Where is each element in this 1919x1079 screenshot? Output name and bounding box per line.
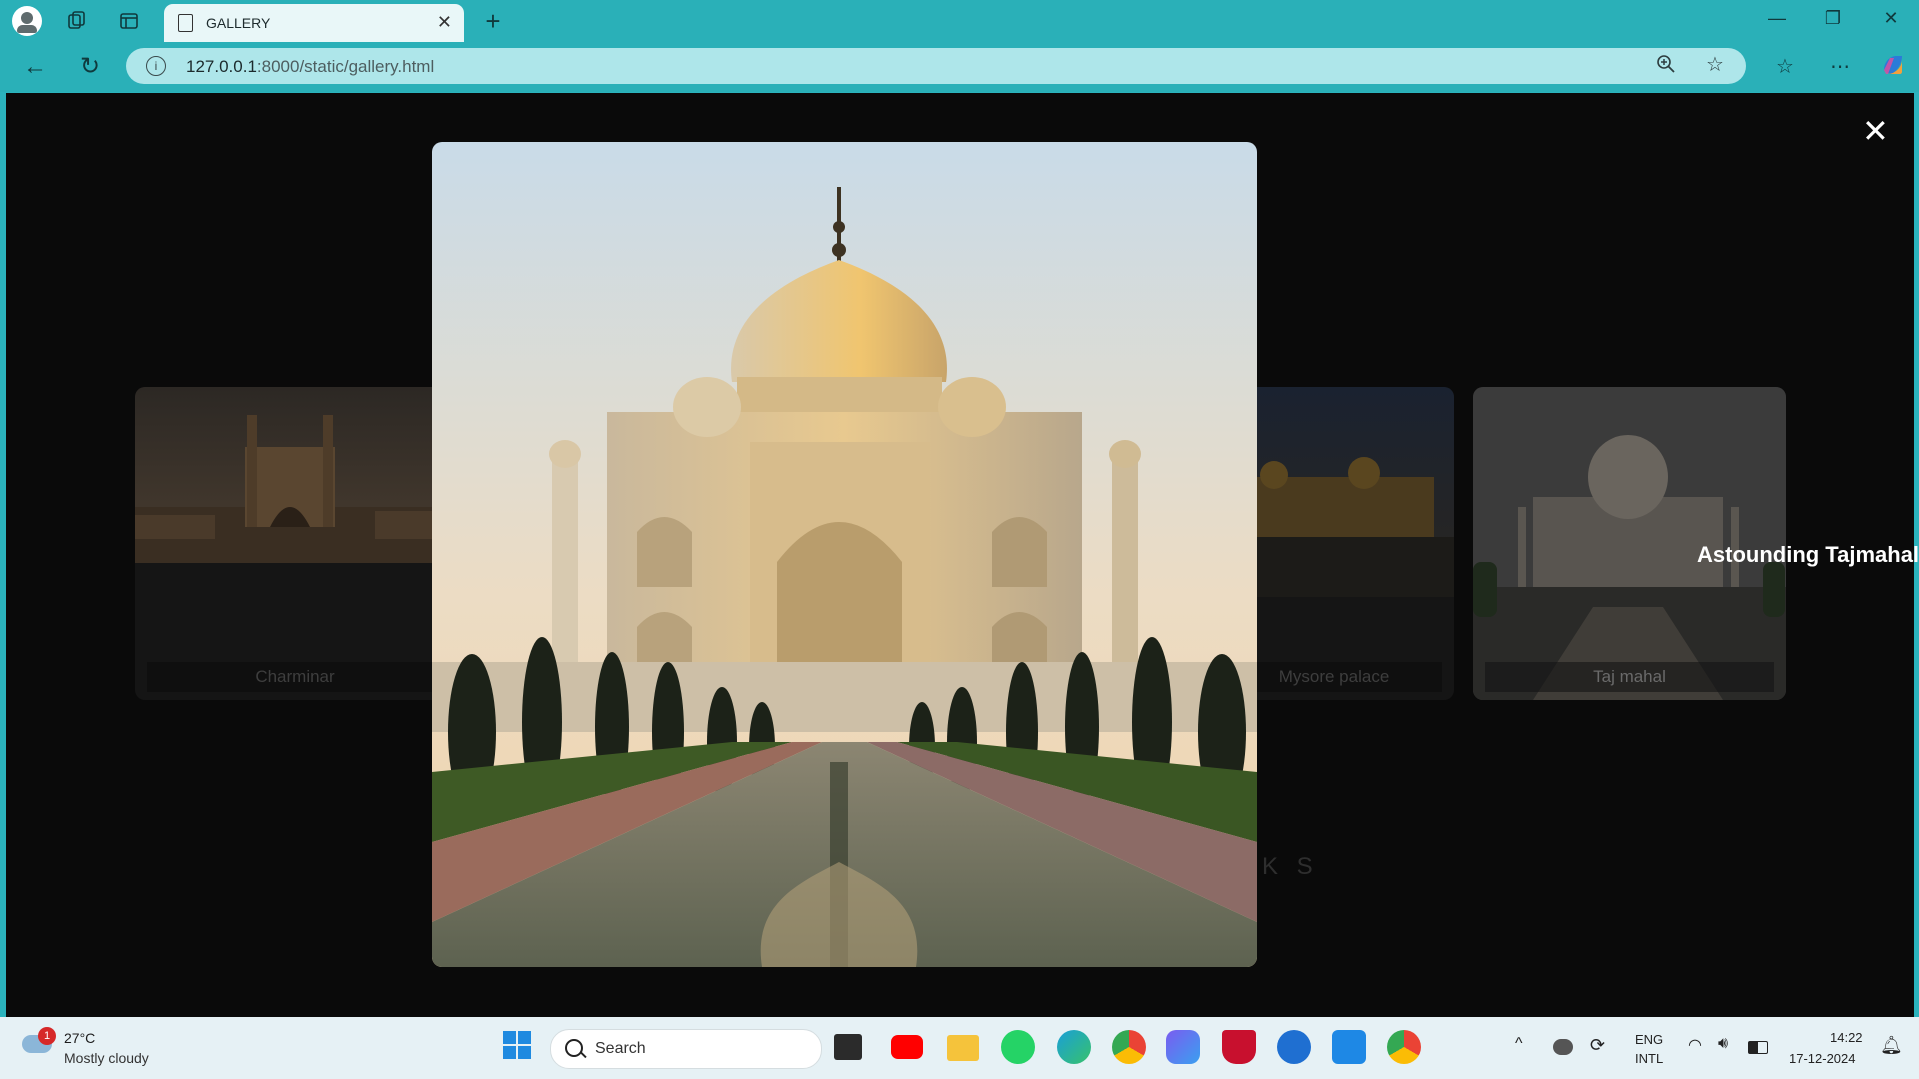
- zoom-icon[interactable]: [1656, 54, 1676, 80]
- search-icon: [565, 1039, 583, 1057]
- more-menu-icon[interactable]: ⋯: [1825, 52, 1855, 82]
- url-host: 127.0.0.1: [186, 57, 257, 76]
- vscode-icon[interactable]: [1332, 1030, 1366, 1064]
- section-heading-faded: K S: [1262, 853, 1319, 880]
- mcafee-icon[interactable]: [1222, 1030, 1256, 1064]
- page-icon: [178, 14, 193, 32]
- search-placeholder: Search: [595, 1040, 646, 1057]
- language-top[interactable]: ENG: [1635, 1032, 1663, 1047]
- clock-time[interactable]: 14:22: [1830, 1030, 1863, 1045]
- copilot-app-icon[interactable]: [1166, 1030, 1200, 1064]
- tab-title: GALLERY: [206, 15, 271, 31]
- card-caption-charminar: Charminar: [147, 662, 443, 692]
- tab-gallery[interactable]: GALLERY ✕: [164, 4, 464, 42]
- file-explorer-icon[interactable]: [947, 1035, 979, 1061]
- browser-title-bar: GALLERY ✕ + — ❐ ✕: [0, 0, 1919, 42]
- clock-date[interactable]: 17-12-2024: [1789, 1051, 1856, 1066]
- task-view-icon[interactable]: [834, 1034, 862, 1060]
- card-caption-taj-mahal: Taj mahal: [1485, 662, 1774, 692]
- back-button[interactable]: ←: [20, 52, 50, 82]
- copilot-icon[interactable]: [1878, 52, 1908, 82]
- lightbox-image-taj-mahal: [432, 142, 1257, 967]
- youtube-icon[interactable]: [891, 1035, 923, 1059]
- site-info-icon[interactable]: i: [146, 56, 166, 76]
- battery-icon[interactable]: [1748, 1041, 1768, 1054]
- favorite-star-icon[interactable]: ☆: [1706, 52, 1724, 77]
- charminar-thumbnail: [135, 387, 455, 563]
- url-text[interactable]: 127.0.0.1:8000/static/gallery.html: [186, 57, 434, 77]
- volume-icon[interactable]: 🔊︎: [1718, 1035, 1728, 1053]
- hover-caption: Astounding Tajmahal: [1697, 542, 1919, 567]
- profile-avatar-icon[interactable]: [12, 6, 42, 36]
- notification-bell-icon[interactable]: 🔔︎: [1880, 1035, 1903, 1056]
- workspaces-icon[interactable]: [64, 8, 90, 34]
- start-windows-icon[interactable]: [502, 1030, 536, 1064]
- browser-toolbar: ← ↻ i 127.0.0.1:8000/static/gallery.html…: [0, 42, 1919, 92]
- show-hidden-icons-chevron-icon[interactable]: ^: [1515, 1035, 1523, 1053]
- taskbar-search-input[interactable]: Search: [550, 1029, 822, 1069]
- edge-browser-icon[interactable]: [1057, 1030, 1091, 1064]
- restore-button[interactable]: ❐: [1818, 8, 1848, 29]
- weather-temperature[interactable]: 27°C: [64, 1030, 95, 1046]
- chrome-icon[interactable]: [1112, 1030, 1146, 1064]
- wifi-icon[interactable]: ◠: [1688, 1035, 1702, 1055]
- url-path: :8000/static/gallery.html: [256, 57, 435, 76]
- chrome-icon-2[interactable]: [1387, 1030, 1421, 1064]
- windows-taskbar: 1 27°C Mostly cloudy Search ^ ⟳ ENG INTL…: [0, 1017, 1919, 1079]
- dell-icon[interactable]: [1277, 1030, 1311, 1064]
- gallery-card-charminar[interactable]: Charminar: [135, 387, 455, 700]
- tab-close-button[interactable]: ✕: [437, 12, 452, 33]
- vertical-tabs-icon[interactable]: [116, 8, 142, 34]
- close-window-button[interactable]: ✕: [1876, 8, 1906, 29]
- card-caption-mysore-palace: Mysore palace: [1226, 662, 1442, 692]
- sync-icon[interactable]: ⟳: [1590, 1035, 1605, 1056]
- language-bottom[interactable]: INTL: [1635, 1051, 1663, 1066]
- lightbox-close-button[interactable]: ✕: [1862, 115, 1889, 147]
- weather-badge: 1: [38, 1027, 56, 1045]
- new-tab-button[interactable]: +: [478, 6, 508, 37]
- favorites-icon[interactable]: ☆: [1770, 52, 1800, 82]
- minimize-button[interactable]: —: [1762, 8, 1792, 29]
- whatsapp-icon[interactable]: [1001, 1030, 1035, 1064]
- weather-description[interactable]: Mostly cloudy: [64, 1050, 149, 1066]
- onedrive-error-icon[interactable]: [1553, 1039, 1573, 1055]
- refresh-button[interactable]: ↻: [75, 52, 105, 82]
- address-bar[interactable]: i 127.0.0.1:8000/static/gallery.html ☆: [126, 48, 1746, 84]
